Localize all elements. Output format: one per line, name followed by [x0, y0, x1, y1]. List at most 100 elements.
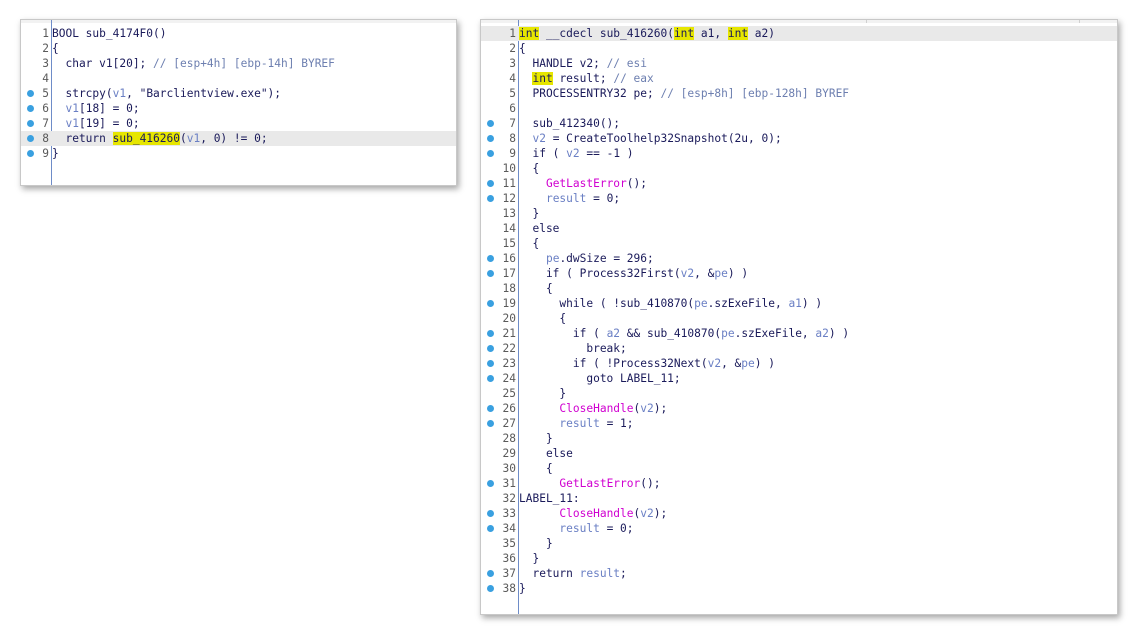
code-text[interactable]: } [519, 386, 566, 401]
code-line[interactable]: 8 v2 = CreateToolhelp32Snapshot(2u, 0); [481, 131, 1117, 146]
code-text[interactable]: { [519, 161, 539, 176]
code-text[interactable]: while ( !sub_410870(pe.szExeFile, a1) ) [519, 296, 822, 311]
code-line[interactable]: 27 result = 1; [481, 416, 1117, 431]
code-text[interactable]: goto LABEL_11; [519, 371, 680, 386]
code-line[interactable]: 38} [481, 581, 1117, 596]
code-line[interactable]: 5 strcpy(v1, "Barclientview.exe"); [21, 86, 456, 101]
code-text[interactable]: { [519, 41, 526, 56]
code-text[interactable]: CloseHandle(v2); [519, 401, 667, 416]
code-text[interactable]: pe.dwSize = 296; [519, 251, 654, 266]
code-text[interactable]: LABEL_11: [519, 491, 580, 506]
code-text[interactable]: result = 0; [519, 191, 620, 206]
breakpoint-dot-icon[interactable] [487, 525, 494, 532]
code-text[interactable]: PROCESSENTRY32 pe; // [esp+8h] [ebp-128h… [519, 86, 849, 101]
code-text[interactable]: if ( !Process32Next(v2, &pe) ) [519, 356, 775, 371]
code-text[interactable]: v1[18] = 0; [52, 101, 139, 116]
breakpoint-dot-icon[interactable] [487, 420, 494, 427]
code-text[interactable]: if ( a2 && sub_410870(pe.szExeFile, a2) … [519, 326, 849, 341]
code-line[interactable]: 16 pe.dwSize = 296; [481, 251, 1117, 266]
code-line[interactable]: 9} [21, 146, 456, 161]
breakpoint-dot-icon[interactable] [487, 150, 494, 157]
code-text[interactable]: result = 0; [519, 521, 633, 536]
code-text[interactable]: { [52, 41, 59, 56]
code-text[interactable]: } [519, 206, 539, 221]
code-line[interactable]: 28 } [481, 431, 1117, 446]
code-line[interactable]: 7 sub_412340(); [481, 116, 1117, 131]
code-line[interactable]: 34 result = 0; [481, 521, 1117, 536]
code-text[interactable]: else [519, 446, 573, 461]
breakpoint-dot-icon[interactable] [487, 270, 494, 277]
code-line[interactable]: 22 break; [481, 341, 1117, 356]
code-line[interactable]: 9 if ( v2 == -1 ) [481, 146, 1117, 161]
code-line[interactable]: 7 v1[19] = 0; [21, 116, 456, 131]
code-text[interactable]: { [519, 281, 553, 296]
code-text[interactable]: CloseHandle(v2); [519, 506, 667, 521]
code-line[interactable]: 13 } [481, 206, 1117, 221]
code-line[interactable]: 32 LABEL_11: [481, 491, 1117, 506]
breakpoint-dot-icon[interactable] [487, 360, 494, 367]
code-area[interactable]: 1 int __cdecl sub_416260(int a1, int a2) 2… [481, 26, 1117, 596]
code-line[interactable]: 1 BOOL sub_4174F0() [21, 26, 456, 41]
breakpoint-dot-icon[interactable] [487, 570, 494, 577]
code-line[interactable]: 4 int result; // eax [481, 71, 1117, 86]
code-line[interactable]: 1 int __cdecl sub_416260(int a1, int a2) [481, 26, 1117, 41]
code-line[interactable]: 6 v1[18] = 0; [21, 101, 456, 116]
code-text[interactable]: HANDLE v2; // esi [519, 56, 647, 71]
code-line[interactable]: 11 GetLastError(); [481, 176, 1117, 191]
breakpoint-dot-icon[interactable] [487, 480, 494, 487]
code-text[interactable]: { [519, 236, 539, 251]
breakpoint-dot-icon[interactable] [487, 375, 494, 382]
breakpoint-dot-icon[interactable] [487, 345, 494, 352]
breakpoint-dot-icon[interactable] [487, 135, 494, 142]
code-text[interactable]: } [52, 146, 59, 161]
code-line[interactable]: 5 PROCESSENTRY32 pe; // [esp+8h] [ebp-12… [481, 86, 1117, 101]
code-line[interactable]: 33 CloseHandle(v2); [481, 506, 1117, 521]
code-line[interactable]: 2{ [21, 41, 456, 56]
code-text[interactable]: } [519, 581, 526, 596]
code-area[interactable]: 1 BOOL sub_4174F0() 2{3 char v1[20]; // [e… [21, 26, 456, 161]
code-line[interactable]: 3 char v1[20]; // [esp+4h] [ebp-14h] BYR… [21, 56, 456, 71]
pseudocode-panel-sub-4174f0[interactable]: 1 BOOL sub_4174F0() 2{3 char v1[20]; // [e… [20, 19, 457, 186]
code-text[interactable]: } [519, 431, 553, 446]
code-text[interactable]: GetLastError(); [519, 176, 647, 191]
code-line[interactable]: 31 GetLastError(); [481, 476, 1117, 491]
code-line[interactable]: 6 [481, 101, 1117, 116]
breakpoint-dot-icon[interactable] [487, 180, 494, 187]
code-text[interactable]: GetLastError(); [519, 476, 660, 491]
breakpoint-dot-icon[interactable] [487, 585, 494, 592]
code-line[interactable]: 36 } [481, 551, 1117, 566]
code-text[interactable]: v2 = CreateToolhelp32Snapshot(2u, 0); [519, 131, 781, 146]
code-text[interactable]: { [519, 311, 566, 326]
code-line[interactable]: 14 else [481, 221, 1117, 236]
code-text[interactable]: strcpy(v1, "Barclientview.exe"); [52, 86, 281, 101]
pseudocode-panel-sub-416260[interactable]: 1 int __cdecl sub_416260(int a1, int a2) 2… [480, 19, 1118, 615]
code-text[interactable]: result = 1; [519, 416, 633, 431]
code-line[interactable]: 29 else [481, 446, 1117, 461]
code-line[interactable]: 26 CloseHandle(v2); [481, 401, 1117, 416]
code-text[interactable]: sub_412340(); [519, 116, 620, 131]
code-line[interactable]: 12 result = 0; [481, 191, 1117, 206]
breakpoint-dot-icon[interactable] [487, 510, 494, 517]
breakpoint-dot-icon[interactable] [487, 330, 494, 337]
code-line[interactable]: 19 while ( !sub_410870(pe.szExeFile, a1)… [481, 296, 1117, 311]
code-line[interactable]: 10 { [481, 161, 1117, 176]
code-line[interactable]: 15 { [481, 236, 1117, 251]
breakpoint-dot-icon[interactable] [487, 300, 494, 307]
breakpoint-dot-icon[interactable] [487, 405, 494, 412]
code-text[interactable]: return sub_416260(v1, 0) != 0; [52, 131, 268, 146]
code-text[interactable]: int __cdecl sub_416260(int a1, int a2) [519, 26, 775, 41]
code-line[interactable]: 21 if ( a2 && sub_410870(pe.szExeFile, a… [481, 326, 1117, 341]
code-text[interactable]: } [519, 551, 539, 566]
code-line[interactable]: 25 } [481, 386, 1117, 401]
code-line[interactable]: 8 return sub_416260(v1, 0) != 0; [21, 131, 456, 146]
code-line[interactable]: 35 } [481, 536, 1117, 551]
code-line[interactable]: 37 return result; [481, 566, 1117, 581]
code-line[interactable]: 24 goto LABEL_11; [481, 371, 1117, 386]
code-line[interactable]: 17 if ( Process32First(v2, &pe) ) [481, 266, 1117, 281]
breakpoint-dot-icon[interactable] [487, 195, 494, 202]
code-line[interactable]: 3 HANDLE v2; // esi [481, 56, 1117, 71]
code-text[interactable]: return result; [519, 566, 626, 581]
code-line[interactable]: 20 { [481, 311, 1117, 326]
code-text[interactable]: if ( v2 == -1 ) [519, 146, 633, 161]
code-text[interactable]: char v1[20]; // [esp+4h] [ebp-14h] BYREF [52, 56, 334, 71]
